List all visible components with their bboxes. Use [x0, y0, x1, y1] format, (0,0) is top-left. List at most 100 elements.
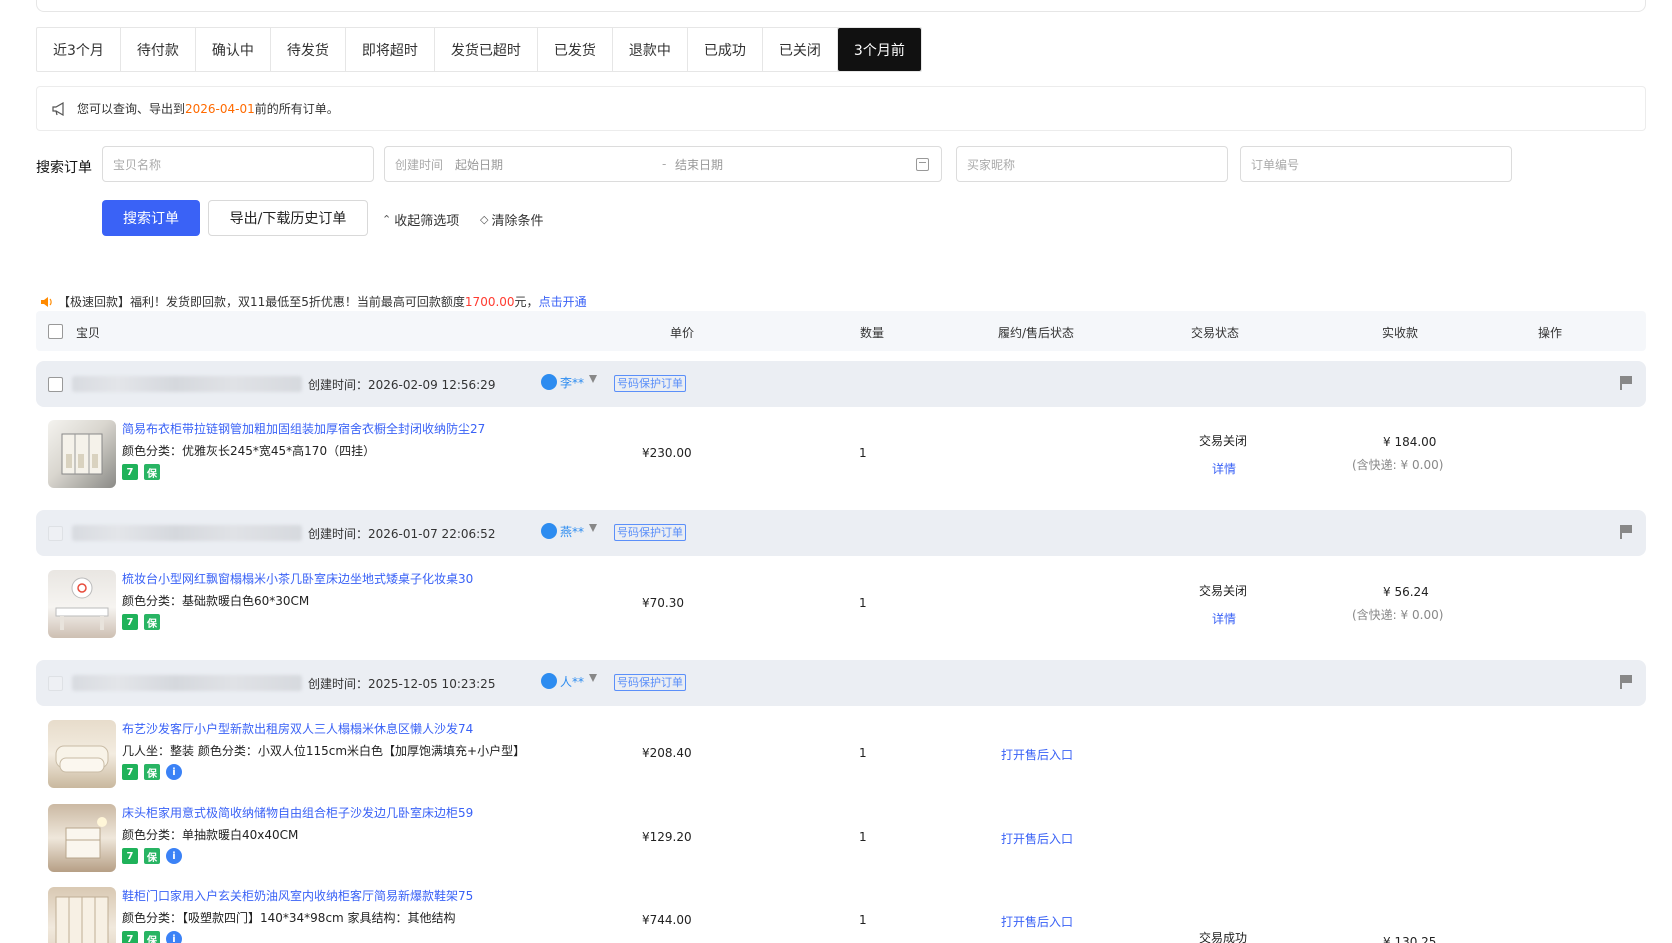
product-image[interactable] [48, 804, 116, 872]
collapse-filters-link[interactable]: ⌃ 收起筛选项 [382, 210, 459, 229]
start-date-placeholder[interactable]: 起始日期 [455, 156, 503, 173]
tab-shipped[interactable]: 已发货 [538, 28, 613, 71]
promo-amount: 1700.00 [464, 294, 515, 309]
select-all-checkbox[interactable] [48, 324, 63, 339]
protect-badge: 号码保护订单 [614, 375, 686, 392]
paid-amount: ¥ 130.25 [1383, 935, 1437, 943]
order-number-input[interactable]: 订单编号 [1240, 146, 1512, 182]
detail-link[interactable]: 详情 [1212, 610, 1236, 627]
unit-price: ¥230.00 [642, 446, 692, 460]
buyer-name[interactable]: 人** [560, 673, 584, 690]
item-name-input[interactable]: 宝贝名称 [102, 146, 374, 182]
order-created-time: 创建时间：2026-01-07 22:06:52 [308, 527, 496, 541]
info-icon[interactable]: i [166, 931, 182, 943]
flag-icon[interactable] [1620, 675, 1632, 689]
filter-icon[interactable] [589, 375, 597, 383]
buyer-nickname-input[interactable]: 买家昵称 [956, 146, 1228, 182]
created-time-label: 创建时间 [395, 157, 444, 172]
shipping-fee: (含快递: ¥ 0.00) [1352, 608, 1444, 622]
sofa-graphic [55, 745, 109, 773]
tab-pending-payment[interactable]: 待付款 [121, 28, 196, 71]
guarantee-icon[interactable]: 保 [144, 764, 160, 780]
filter-icon[interactable] [589, 674, 597, 682]
seven-day-return-icon[interactable]: 7 [122, 764, 138, 780]
trade-status: 交易关闭 [1199, 584, 1248, 598]
chat-icon[interactable] [541, 523, 557, 539]
table-header: 宝贝 单价 数量 履约/售后状态 交易状态 实收款 操作 [36, 311, 1646, 351]
protect-badge: 号码保护订单 [614, 524, 686, 541]
chevron-up-icon: ⌃ [382, 213, 392, 226]
product-title[interactable]: 床头柜家用意式极简收纳储物自由组合柜子沙发边几卧室床边柜59 [122, 804, 473, 821]
product-image[interactable] [48, 887, 116, 943]
tab-about-to-timeout[interactable]: 即将超时 [346, 28, 435, 71]
filter-icon[interactable] [589, 524, 597, 532]
buyer-name[interactable]: 燕** [560, 523, 584, 540]
quantity: 1 [859, 913, 867, 927]
info-icon[interactable]: i [166, 764, 182, 780]
after-sale-link[interactable]: 打开售后入口 [1001, 913, 1073, 930]
quantity: 1 [859, 746, 867, 760]
tab-confirming[interactable]: 确认中 [196, 28, 271, 71]
tab-refunding[interactable]: 退款中 [613, 28, 688, 71]
order-checkbox[interactable] [48, 676, 63, 691]
quantity: 1 [859, 830, 867, 844]
chat-icon[interactable] [541, 673, 557, 689]
notice-date: 2026-04-01 [185, 101, 255, 116]
seven-day-return-icon[interactable]: 7 [122, 931, 138, 943]
order-number-placeholder: 订单编号 [1251, 157, 1300, 172]
product-title[interactable]: 布艺沙发客厅小户型新款出租房双人三人榻榻米休息区懒人沙发74 [122, 720, 473, 737]
detail-link[interactable]: 详情 [1212, 460, 1236, 477]
chat-icon[interactable] [541, 374, 557, 390]
promo-open-link[interactable]: 点击开通 [539, 293, 587, 310]
after-sale-link[interactable]: 打开售后入口 [1001, 830, 1073, 847]
flag-icon[interactable] [1620, 525, 1632, 539]
clear-conditions-link[interactable]: ◇ 清除条件 [480, 210, 543, 229]
product-image[interactable] [48, 420, 116, 488]
tab-pending-shipment[interactable]: 待发货 [271, 28, 346, 71]
product-title[interactable]: 简易布衣柜带拉链钢管加粗加固组装加厚宿舍衣橱全封闭收纳防尘27 [122, 420, 485, 437]
info-icon[interactable]: i [166, 848, 182, 864]
quantity: 1 [859, 446, 867, 460]
seven-day-return-icon[interactable]: 7 [122, 464, 138, 480]
tab-succeeded[interactable]: 已成功 [688, 28, 763, 71]
order-checkbox[interactable] [48, 526, 63, 541]
tab-shipping-overdue[interactable]: 发货已超时 [435, 28, 538, 71]
wardrobe-graphic [61, 433, 103, 475]
order-status-tabs: 近3个月 待付款 确认中 待发货 即将超时 发货已超时 已发货 退款中 已成功 … [36, 27, 922, 72]
product-title[interactable]: 鞋柜门口家用入户玄关柜奶油风室内收纳柜客厅简易新爆款鞋架75 [122, 887, 473, 904]
search-orders-button[interactable]: 搜索订单 [102, 200, 200, 236]
guarantee-icon[interactable]: 保 [144, 848, 160, 864]
top-panel-edge [36, 0, 1646, 12]
trade-status: 交易成功 [1199, 931, 1248, 943]
guarantee-icon[interactable]: 保 [144, 614, 160, 630]
calendar-icon[interactable] [916, 158, 929, 171]
after-sale-link[interactable]: 打开售后入口 [1001, 746, 1073, 763]
date-range-picker[interactable]: 创建时间 起始日期 - 结束日期 [384, 146, 942, 182]
order-checkbox[interactable] [48, 377, 63, 392]
megaphone-icon [52, 101, 64, 116]
guarantee-icon[interactable]: 保 [144, 931, 160, 943]
end-date-placeholder[interactable]: 结束日期 [675, 156, 723, 173]
eraser-icon: ◇ [480, 213, 489, 226]
buyer-nickname-placeholder: 买家昵称 [967, 157, 1016, 172]
order-created-time: 创建时间：2025-12-05 10:23:25 [308, 677, 496, 691]
header-paid: 实收款 [1382, 326, 1419, 340]
order-id-redacted [72, 376, 302, 392]
seven-day-return-icon[interactable]: 7 [122, 848, 138, 864]
order-header: 创建时间：2026-02-09 12:56:29 李** 号码保护订单 [36, 361, 1646, 407]
product-image[interactable] [48, 570, 116, 638]
flag-icon[interactable] [1620, 376, 1632, 390]
tab-recent-3-months[interactable]: 近3个月 [37, 28, 121, 71]
unit-price: ¥744.00 [642, 913, 692, 927]
tab-closed[interactable]: 已关闭 [763, 28, 838, 71]
product-title[interactable]: 梳妆台小型网红飘窗榻榻米小茶几卧室床边坐地式矮桌子化妆桌30 [122, 570, 473, 587]
tab-3-months-ago[interactable]: 3个月前 [837, 28, 921, 71]
seven-day-return-icon[interactable]: 7 [122, 614, 138, 630]
product-spec: 几人坐：整装 颜色分类：小双人位115cm米白色【加厚饱满填充+小户型】 [122, 744, 526, 758]
product-image[interactable] [48, 720, 116, 788]
item-name-placeholder: 宝贝名称 [113, 157, 162, 172]
export-history-button[interactable]: 导出/下载历史订单 [208, 200, 368, 236]
guarantee-icon[interactable]: 保 [144, 464, 160, 480]
buyer-name[interactable]: 李** [560, 374, 584, 391]
notice-prefix: 您可以查询、导出到 [77, 102, 186, 116]
